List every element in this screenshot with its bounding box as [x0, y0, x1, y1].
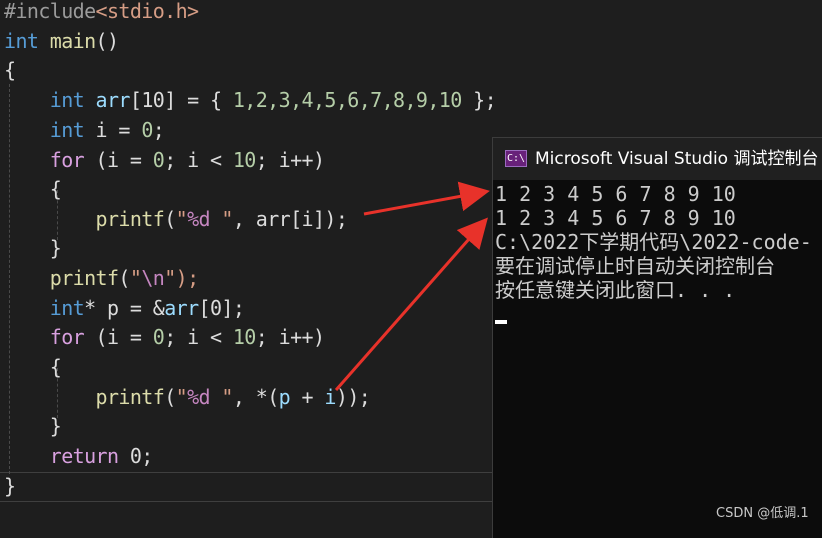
arrow-first-loop — [363, 181, 490, 216]
watermark: CSDN @低调.1 — [716, 506, 809, 521]
annotation-arrows — [334, 181, 490, 391]
arrow-second-loop — [334, 217, 488, 391]
